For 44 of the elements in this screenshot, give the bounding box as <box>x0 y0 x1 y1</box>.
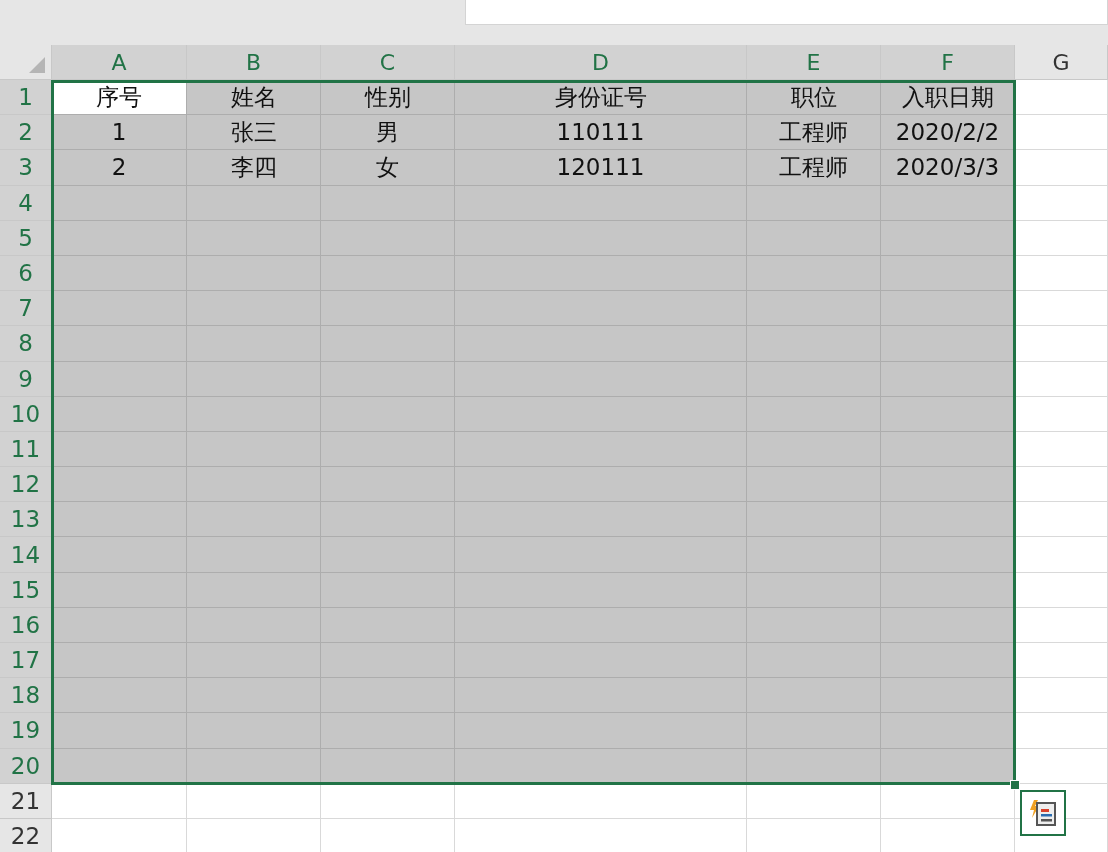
table-cell: 男 <box>321 115 455 151</box>
table-cell: 120111 <box>455 150 747 186</box>
row-header[interactable]: 8 <box>0 326 52 362</box>
row-header[interactable]: 9 <box>0 361 52 397</box>
row-header[interactable]: 16 <box>0 607 52 643</box>
column-header[interactable]: D <box>455 45 747 80</box>
row-header[interactable]: 4 <box>0 185 52 221</box>
row-header[interactable]: 20 <box>0 748 52 784</box>
column-header[interactable]: A <box>52 45 187 80</box>
row-header[interactable]: 10 <box>0 396 52 432</box>
row-header[interactable]: 14 <box>0 537 52 573</box>
quick-analysis-button[interactable] <box>1020 790 1066 836</box>
table-cell: 2020/3/3 <box>881 150 1015 186</box>
row-header[interactable]: 21 <box>0 783 52 819</box>
column-header[interactable]: F <box>881 45 1015 80</box>
row-header[interactable]: 5 <box>0 220 52 256</box>
table-cell: 工程师 <box>747 115 881 151</box>
row-header[interactable]: 18 <box>0 678 52 714</box>
row-header[interactable]: 1 <box>0 80 52 116</box>
column-header[interactable]: G <box>1015 45 1108 80</box>
fill-handle[interactable] <box>1010 780 1020 790</box>
table-cell: 工程师 <box>747 150 881 186</box>
row-header[interactable]: 15 <box>0 572 52 608</box>
row-header[interactable]: 12 <box>0 467 52 503</box>
row-header[interactable]: 11 <box>0 431 52 468</box>
row-header[interactable]: 7 <box>0 291 52 327</box>
table-cell: 张三 <box>187 115 321 151</box>
table-cell: 女 <box>321 150 455 186</box>
row-header[interactable]: 3 <box>0 150 52 186</box>
column-header[interactable]: E <box>747 45 881 80</box>
row-header[interactable]: 13 <box>0 502 52 538</box>
row-header[interactable]: 2 <box>0 115 52 151</box>
table-cell: 110111 <box>455 115 747 151</box>
table-cell: 1 <box>52 115 187 151</box>
lightning-document-icon <box>1028 798 1058 828</box>
row-header[interactable]: 6 <box>0 255 52 292</box>
table-cell: 2 <box>52 150 187 186</box>
column-header[interactable]: C <box>321 45 455 80</box>
row-header[interactable]: 19 <box>0 713 52 749</box>
row-header[interactable]: 17 <box>0 643 52 679</box>
column-header[interactable]: B <box>187 45 321 80</box>
row-header[interactable]: 22 <box>0 818 52 852</box>
table-cell: 李四 <box>187 150 321 186</box>
table-cell: 2020/2/2 <box>881 115 1015 151</box>
